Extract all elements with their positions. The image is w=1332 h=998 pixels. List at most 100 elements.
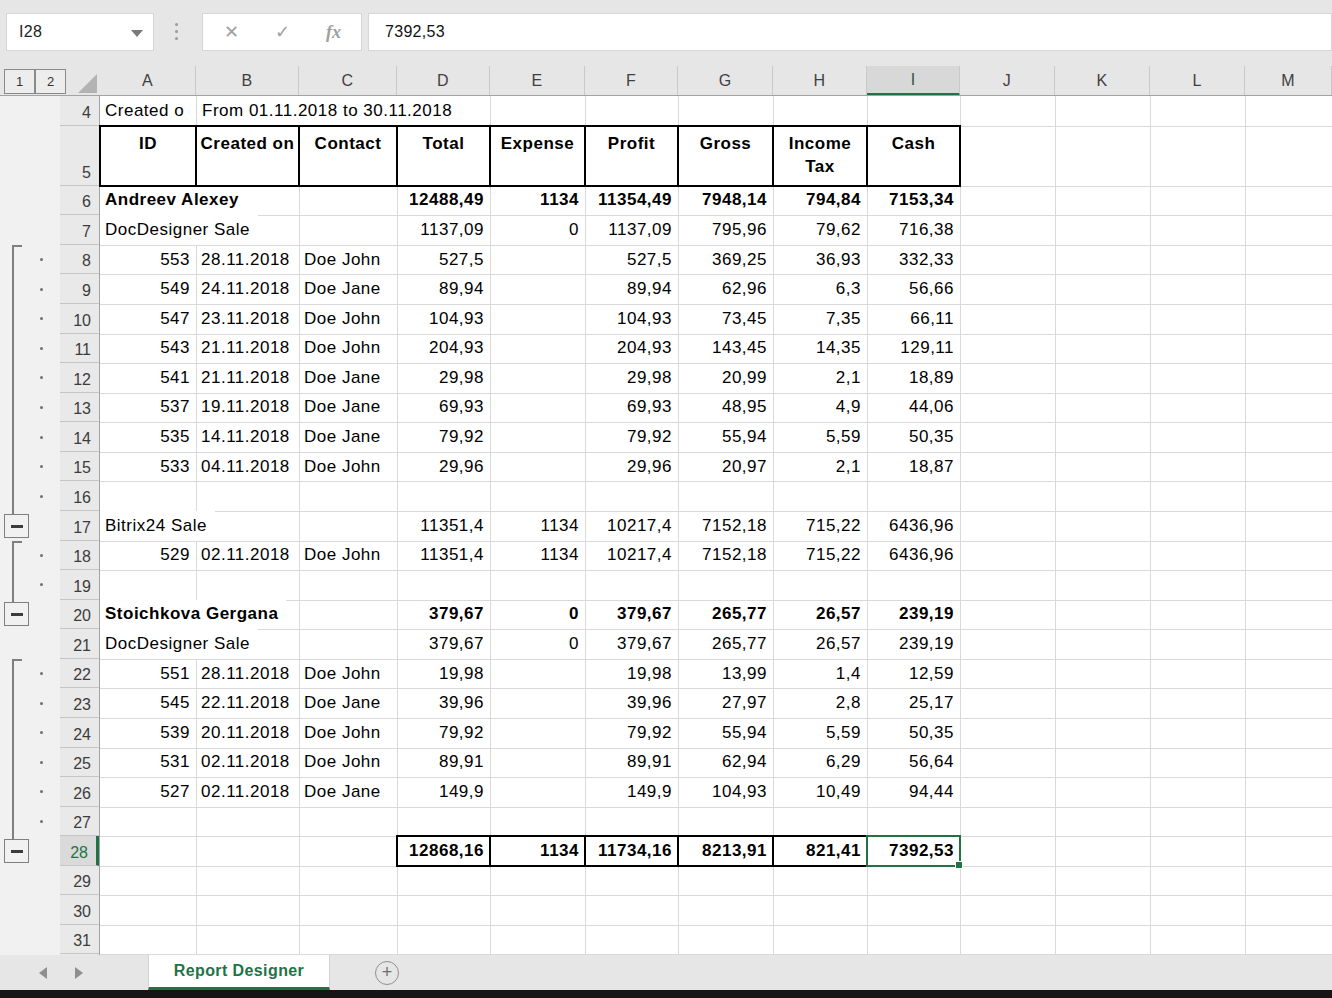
cell-A22[interactable]: 551 <box>100 659 196 689</box>
collapse-group-button-28[interactable] <box>4 839 29 863</box>
cell-H12[interactable]: 2,1 <box>773 363 867 393</box>
collapse-group-button-17[interactable] <box>4 514 29 538</box>
cell-B26[interactable]: 02.11.2018 <box>196 777 299 807</box>
cell-B24[interactable]: 20.11.2018 <box>196 718 299 748</box>
cell-G10[interactable]: 73,45 <box>678 304 773 334</box>
cell-A7[interactable]: DocDesigner Sale <box>100 215 258 245</box>
tab-scroll-right-icon[interactable] <box>75 967 83 979</box>
cell-G20[interactable]: 265,77 <box>678 600 773 630</box>
row-header-20[interactable]: 20 <box>60 600 99 630</box>
cell-B15[interactable]: 04.11.2018 <box>196 452 299 482</box>
name-box[interactable]: I28 <box>6 13 154 51</box>
cell-G18[interactable]: 7152,18 <box>678 541 773 571</box>
enter-icon[interactable]: ✓ <box>275 14 290 50</box>
row-header-27[interactable]: 27 <box>60 807 99 837</box>
cell-I15[interactable]: 18,87 <box>867 452 960 482</box>
cell-C22[interactable]: Doe John <box>299 659 397 689</box>
cell-I12[interactable]: 18,89 <box>867 363 960 393</box>
cell-A24[interactable]: 539 <box>100 718 196 748</box>
row-header-12[interactable]: 12 <box>60 363 99 393</box>
cell-I10[interactable]: 66,11 <box>867 304 960 334</box>
cell-C25[interactable]: Doe John <box>299 748 397 778</box>
cell-B10[interactable]: 23.11.2018 <box>196 304 299 334</box>
cell-C12[interactable]: Doe Jane <box>299 363 397 393</box>
cell-F6[interactable]: 11354,49 <box>585 186 678 216</box>
row-header-28[interactable]: 28 <box>60 836 99 866</box>
row-header-6[interactable]: 6 <box>60 186 99 216</box>
cell-D22[interactable]: 19,98 <box>397 659 490 689</box>
column-header-C[interactable]: C <box>299 66 397 96</box>
cell-D15[interactable]: 29,96 <box>397 452 490 482</box>
cell-D25[interactable]: 89,91 <box>397 748 490 778</box>
cell-F13[interactable]: 69,93 <box>585 393 678 423</box>
cell-H13[interactable]: 4,9 <box>773 393 867 423</box>
cell-D10[interactable]: 104,93 <box>397 304 490 334</box>
cell-I17[interactable]: 6436,96 <box>867 511 960 541</box>
cell-D13[interactable]: 69,93 <box>397 393 490 423</box>
cell-H17[interactable]: 715,22 <box>773 511 867 541</box>
cell-F17[interactable]: 10217,4 <box>585 511 678 541</box>
column-header-B[interactable]: B <box>196 66 299 96</box>
cell-A12[interactable]: 541 <box>100 363 196 393</box>
row-header-17[interactable]: 17 <box>60 511 99 541</box>
cell-C23[interactable]: Doe Jane <box>299 688 397 718</box>
row-header-30[interactable]: 30 <box>60 895 99 925</box>
column-header-G[interactable]: G <box>678 66 773 96</box>
cell-I13[interactable]: 44,06 <box>867 393 960 423</box>
column-header-F[interactable]: F <box>585 66 678 96</box>
row-header-19[interactable]: 19 <box>60 570 99 600</box>
cell-E21[interactable]: 0 <box>490 629 585 659</box>
cell-I22[interactable]: 12,59 <box>867 659 960 689</box>
collapse-group-button-20[interactable] <box>4 602 29 626</box>
cell-A14[interactable]: 535 <box>100 422 196 452</box>
cancel-icon[interactable]: ✕ <box>224 14 239 50</box>
cell-B23[interactable]: 22.11.2018 <box>196 688 299 718</box>
cell-H26[interactable]: 10,49 <box>773 777 867 807</box>
row-header-22[interactable]: 22 <box>60 659 99 689</box>
cell-F8[interactable]: 527,5 <box>585 245 678 275</box>
cell-F18[interactable]: 10217,4 <box>585 541 678 571</box>
cell-E17[interactable]: 1134 <box>490 511 585 541</box>
cell-H21[interactable]: 26,57 <box>773 629 867 659</box>
cell-A6[interactable]: Andreev Alexey <box>100 186 247 216</box>
cell-I14[interactable]: 50,35 <box>867 422 960 452</box>
cell-A23[interactable]: 545 <box>100 688 196 718</box>
formula-bar[interactable]: 7392,53 <box>368 13 1332 51</box>
cell-G14[interactable]: 55,94 <box>678 422 773 452</box>
cell-A9[interactable]: 549 <box>100 274 196 304</box>
cell-H10[interactable]: 7,35 <box>773 304 867 334</box>
cell-D6[interactable]: 12488,49 <box>397 186 490 216</box>
row-header-14[interactable]: 14 <box>60 422 99 452</box>
cell-I23[interactable]: 25,17 <box>867 688 960 718</box>
cell-G23[interactable]: 27,97 <box>678 688 773 718</box>
cell-H9[interactable]: 6,3 <box>773 274 867 304</box>
cell-F23[interactable]: 39,96 <box>585 688 678 718</box>
cell-A25[interactable]: 531 <box>100 748 196 778</box>
row-header-5[interactable]: 5 <box>60 126 99 186</box>
row-header-9[interactable]: 9 <box>60 274 99 304</box>
cell-I26[interactable]: 94,44 <box>867 777 960 807</box>
cell-D11[interactable]: 204,93 <box>397 334 490 364</box>
cell-D20[interactable]: 379,67 <box>397 600 490 630</box>
cell-B4[interactable]: From 01.11.2018 to 30.11.2018 <box>197 96 460 126</box>
column-header-J[interactable]: J <box>960 66 1055 96</box>
cell-G15[interactable]: 20,97 <box>678 452 773 482</box>
fill-handle[interactable] <box>955 861 963 869</box>
cell-I11[interactable]: 129,11 <box>867 334 960 364</box>
cell-G12[interactable]: 20,99 <box>678 363 773 393</box>
row-header-16[interactable]: 16 <box>60 481 99 511</box>
column-header-M[interactable]: M <box>1245 66 1332 96</box>
cell-F22[interactable]: 19,98 <box>585 659 678 689</box>
cell-E20[interactable]: 0 <box>490 600 585 630</box>
row-header-7[interactable]: 7 <box>60 215 99 245</box>
cell-D24[interactable]: 79,92 <box>397 718 490 748</box>
cell-F20[interactable]: 379,67 <box>585 600 678 630</box>
cell-H20[interactable]: 26,57 <box>773 600 867 630</box>
cell-I25[interactable]: 56,64 <box>867 748 960 778</box>
cell-H18[interactable]: 715,22 <box>773 541 867 571</box>
cell-H24[interactable]: 5,59 <box>773 718 867 748</box>
cell-I24[interactable]: 50,35 <box>867 718 960 748</box>
cell-G11[interactable]: 143,45 <box>678 334 773 364</box>
cell-B22[interactable]: 28.11.2018 <box>196 659 299 689</box>
cell-A18[interactable]: 529 <box>100 541 196 571</box>
